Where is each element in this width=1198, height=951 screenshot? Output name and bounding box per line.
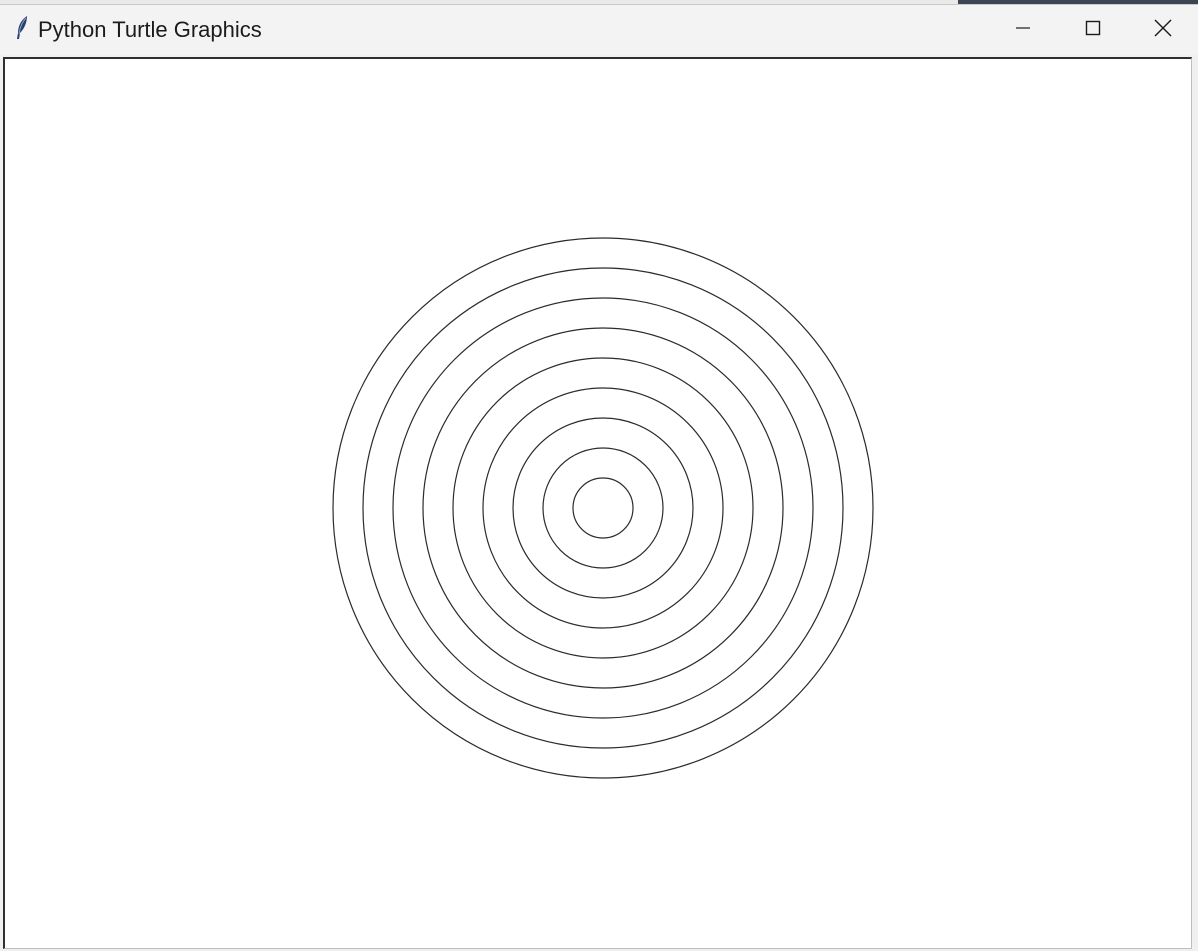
circle-ring-1 (572, 477, 634, 539)
close-icon (1154, 19, 1172, 37)
minimize-button[interactable] (988, 5, 1058, 51)
circle-ring-6 (422, 327, 784, 689)
circle-ring-9 (332, 237, 874, 779)
circle-ring-7 (392, 297, 814, 719)
window-title: Python Turtle Graphics (38, 17, 262, 42)
drawing-surface (332, 237, 874, 779)
minimize-icon (1016, 27, 1030, 29)
turtle-canvas[interactable] (3, 57, 1192, 949)
maximize-icon (1085, 20, 1101, 36)
turtle-window: Python Turtle Graphics (0, 4, 1198, 951)
circle-ring-2 (542, 447, 664, 569)
close-button[interactable] (1128, 5, 1198, 51)
maximize-button[interactable] (1058, 5, 1128, 51)
circle-ring-5 (452, 357, 754, 659)
feather-icon (12, 15, 32, 41)
circle-ring-3 (512, 417, 694, 599)
title-bar[interactable]: Python Turtle Graphics (0, 5, 1198, 55)
circle-ring-4 (482, 387, 724, 629)
circle-ring-8 (362, 267, 844, 749)
